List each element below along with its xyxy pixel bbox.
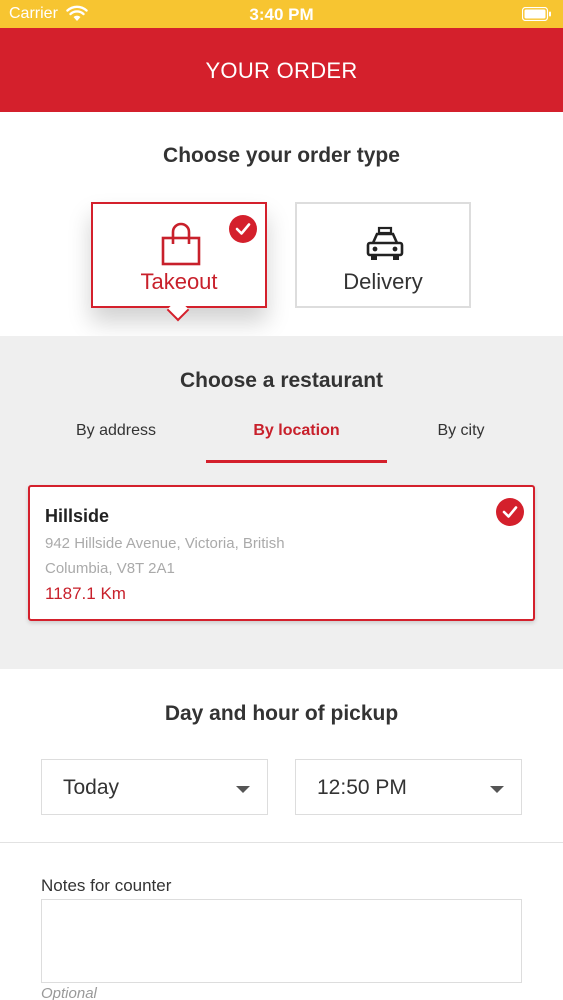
caret-down-icon: [490, 786, 504, 793]
car-icon: [366, 226, 404, 260]
takeout-label: Takeout: [140, 269, 218, 294]
pickup-day-value: Today: [63, 776, 120, 799]
check-icon: [496, 498, 524, 526]
restaurant-address: 942 Hillside Avenue, Victoria, British C…: [45, 535, 285, 577]
order-type-takeout[interactable]: Takeout: [91, 202, 267, 308]
order-type-delivery[interactable]: Delivery: [295, 202, 471, 308]
divider: [0, 842, 563, 843]
notes-label: Notes for counter: [41, 876, 172, 895]
restaurant-section: Choose a restaurant By address By locati…: [0, 336, 563, 669]
status-bar: Carrier 3:40 PM: [0, 0, 563, 28]
check-icon: [229, 215, 257, 243]
restaurant-name: Hillside: [45, 506, 110, 526]
tab-by-address[interactable]: By address: [46, 422, 186, 440]
tab-by-city[interactable]: By city: [400, 422, 522, 440]
restaurant-card[interactable]: Hillside 942 Hillside Avenue, Victoria, …: [28, 485, 535, 621]
shopping-bag-icon: [161, 222, 201, 266]
tab-by-location[interactable]: By location: [206, 422, 387, 440]
pickup-time-select[interactable]: 12:50 PM: [295, 759, 522, 815]
delivery-label: Delivery: [343, 269, 423, 294]
caret-down-icon: [236, 786, 250, 793]
status-time: 3:40 PM: [249, 5, 314, 24]
active-tab-indicator: [206, 460, 387, 463]
pickup-time-value: 12:50 PM: [317, 776, 407, 799]
header-bar: YOUR ORDER: [0, 28, 563, 112]
page-title: YOUR ORDER: [205, 58, 358, 83]
pickup-day-select[interactable]: Today: [41, 759, 268, 815]
pickup-title: Day and hour of pickup: [164, 702, 399, 725]
notes-input[interactable]: [41, 899, 522, 983]
notes-hint: Optional: [41, 985, 97, 1000]
restaurant-distance: 1187.1 Km: [45, 584, 126, 603]
order-type-title: Choose your order type: [163, 144, 400, 167]
battery-icon: [522, 7, 551, 21]
restaurant-title: Choose a restaurant: [179, 369, 384, 392]
